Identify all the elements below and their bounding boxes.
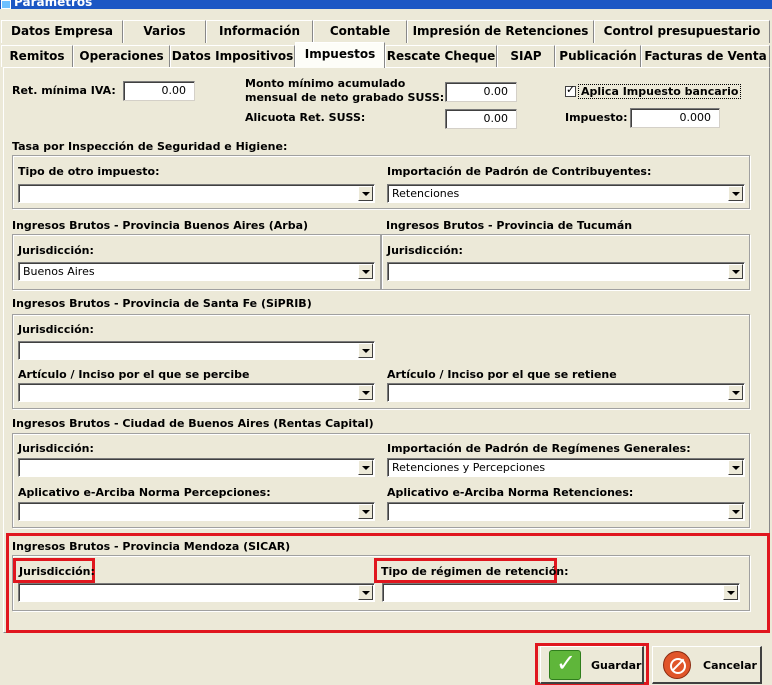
aplica-impuesto-checkbox[interactable] [565,83,576,97]
alicuota-label: Alicuota Ret. SUSS: [245,111,366,124]
chevron-down-icon[interactable] [728,264,743,279]
mendoza-jurisdiccion-select[interactable] [18,583,375,602]
chevron-down-icon[interactable] [358,385,373,400]
tucuman-jurisdiccion-select[interactable] [387,262,745,281]
importacion-padron-contribuyentes-select[interactable]: Retenciones [387,184,745,203]
checkmark-icon [549,649,581,680]
articulo-percibe-label: Artículo / Inciso por el que se percibe [18,368,250,381]
chevron-down-icon[interactable] [723,585,738,600]
cancel-icon [663,651,691,679]
tab-datos-empresa[interactable]: Datos Empresa [1,20,123,43]
arba-section-title: Ingresos Brutos - Provincia Buenos Aires… [12,219,309,232]
alicuota-input[interactable]: 0.00 [445,109,517,129]
chevron-down-icon[interactable] [728,504,743,519]
chevron-down-icon[interactable] [358,504,373,519]
caba-section-title: Ingresos Brutos - Ciudad de Buenos Aires… [12,417,374,430]
chevron-down-icon[interactable] [358,460,373,475]
aplicativo-percepciones-select[interactable] [18,502,375,521]
importacion-padron-regimenes-value: Retenciones y Percepciones [392,461,546,474]
guardar-button[interactable]: Guardar [540,646,644,684]
importacion-padron-contribuyentes-value: Retenciones [392,187,460,200]
tucuman-jurisdiccion-label: Jurisdicción: [387,244,463,257]
caba-jurisdiccion-select[interactable] [18,458,375,477]
monto-minimo-label-1: Monto mínimo acumulado [245,77,406,90]
tab-rescate-cheque[interactable]: Rescate Cheque [385,45,497,67]
tab-informacion[interactable]: Información [206,20,313,43]
cancelar-button[interactable]: Cancelar [652,646,762,684]
tab-operaciones[interactable]: Operaciones [73,45,170,67]
arba-jurisdiccion-label: Jurisdicción: [18,244,94,257]
chevron-down-icon[interactable] [728,460,743,475]
santafe-jurisdiccion-label: Jurisdicción: [18,323,94,336]
aplicativo-retenciones-label: Aplicativo e-Arciba Norma Retenciones: [387,486,634,499]
tab-facturas-venta[interactable]: Facturas de Venta [641,45,770,67]
tab-control-presupuestario[interactable]: Control presupuestario [594,20,770,43]
tab-publicacion[interactable]: Publicación [555,45,641,67]
chevron-down-icon[interactable] [728,385,743,400]
monto-minimo-label-2: mensual de neto grabado SUSS: [245,91,445,104]
tab-impresion-retenciones[interactable]: Impresión de Retenciones [407,20,594,43]
aplicativo-retenciones-select[interactable] [387,502,745,521]
tab-remitos[interactable]: Remitos [1,45,73,67]
chevron-down-icon[interactable] [358,343,373,358]
caba-jurisdiccion-label: Jurisdicción: [18,442,94,455]
tab-varios[interactable]: Varios [123,20,206,43]
tab-impuestos[interactable]: Impuestos [295,42,385,68]
chevron-down-icon[interactable] [728,186,743,201]
tipo-regimen-select[interactable] [382,583,740,602]
monto-minimo-input[interactable]: 0.00 [445,82,517,102]
impuesto-input[interactable]: 0.000 [630,108,720,128]
arba-jurisdiccion-select[interactable]: Buenos Aires [18,262,375,281]
tipo-otro-impuesto-select[interactable] [18,184,375,203]
tipo-regimen-label: Tipo de régimen de retención: [381,565,569,578]
importacion-padron-regimenes-label: Importación de Padrón de Regímenes Gener… [387,442,691,455]
tab-siap[interactable]: SIAP [497,45,555,67]
chevron-down-icon[interactable] [358,186,373,201]
articulo-retiene-select[interactable] [387,383,745,402]
santafe-section-title: Ingresos Brutos - Provincia de Santa Fe … [12,297,312,310]
tucuman-section-title: Ingresos Brutos - Provincia de Tucumán [386,219,633,232]
tab-datos-impositivos[interactable]: Datos Impositivos [170,45,295,67]
tasa-section-title: Tasa por Inspección de Seguridad e Higie… [12,140,288,153]
arba-jurisdiccion-value: Buenos Aires [23,265,95,278]
santafe-jurisdiccion-select[interactable] [18,341,375,360]
title-bar: Parametros [0,0,772,9]
ret-minima-iva-input[interactable]: 0.00 [123,81,195,101]
articulo-retiene-label: Artículo / Inciso por el que se retiene [387,368,617,381]
cancelar-label: Cancelar [703,659,757,672]
impuesto-label: Impuesto: [565,111,628,124]
articulo-percibe-select[interactable] [18,383,375,402]
importacion-padron-contribuyentes-label: Importación de Padrón de Contribuyentes: [387,165,652,178]
tab-contable[interactable]: Contable [313,20,407,43]
app-icon [1,0,11,9]
mendoza-jurisdiccion-label: Jurisdicción: [19,565,95,578]
chevron-down-icon[interactable] [358,264,373,279]
mendoza-section-title: Ingresos Brutos - Provincia Mendoza (SIC… [12,540,291,553]
aplicativo-percepciones-label: Aplicativo e-Arciba Norma Percepciones: [18,486,271,499]
aplica-impuesto-label: Aplica Impuesto bancario [578,84,742,99]
chevron-down-icon[interactable] [358,585,373,600]
window-title: Parametros [14,0,93,9]
guardar-label: Guardar [591,659,642,672]
importacion-padron-regimenes-select[interactable]: Retenciones y Percepciones [387,458,745,477]
tipo-otro-impuesto-label: Tipo de otro impuesto: [18,165,160,178]
ret-minima-iva-label: Ret. mínima IVA: [12,84,116,97]
